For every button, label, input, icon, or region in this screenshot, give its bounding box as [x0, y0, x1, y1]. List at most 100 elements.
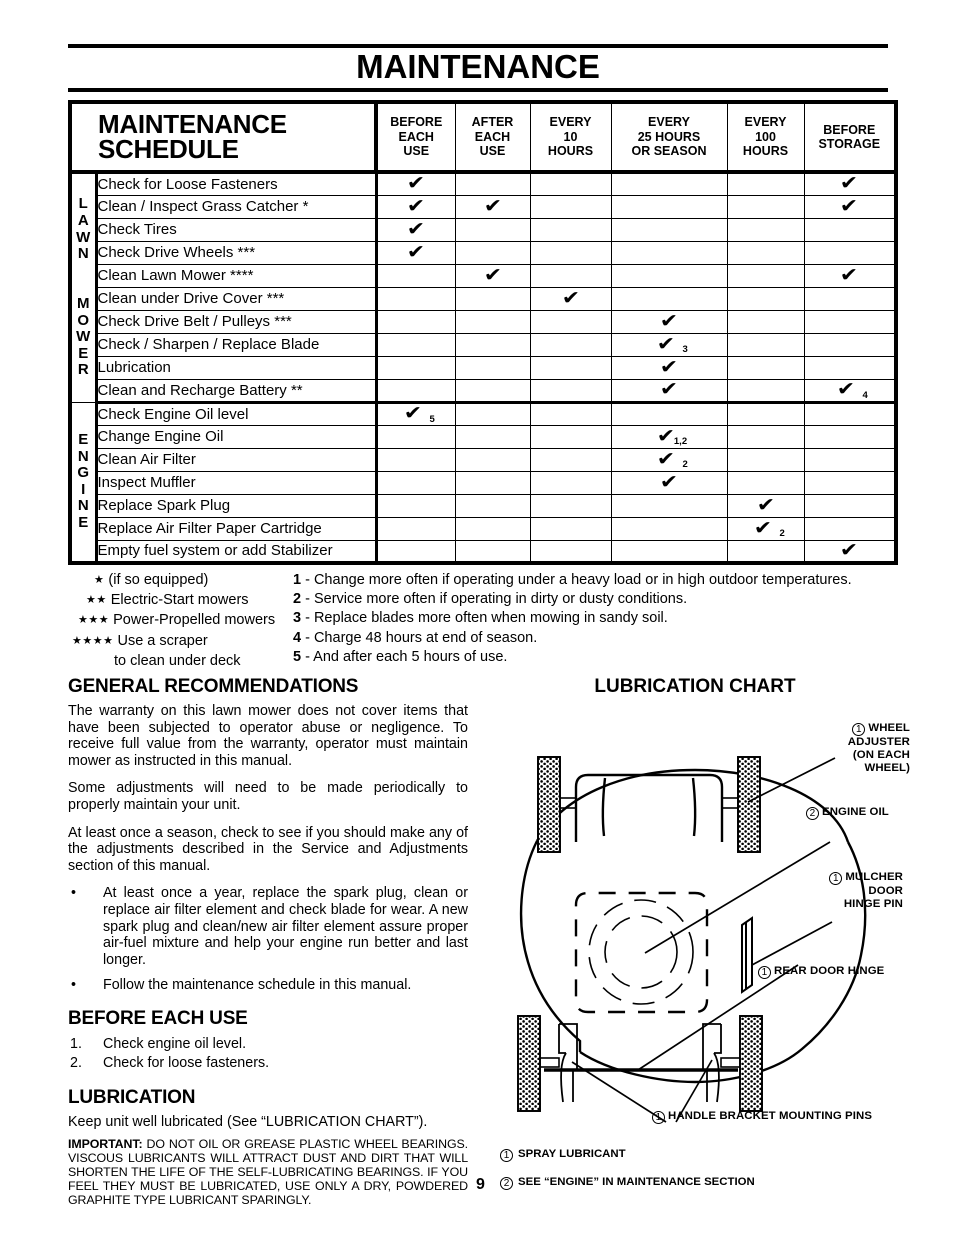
page-number: 9: [476, 1176, 485, 1193]
callout-marker-icon: 1: [652, 1111, 665, 1124]
column-header-after-each-use: AFTER EACH USE: [454, 101, 531, 174]
task-label: Replace Air Filter Paper Cartridge: [95, 516, 378, 541]
task-label: Clean Air Filter: [95, 447, 378, 472]
empty-cell: [454, 447, 531, 472]
bullet-text: Follow the maintenance schedule in this …: [103, 977, 412, 994]
general-paragraph-1: The warranty on this lawn mower does not…: [68, 703, 468, 769]
empty-cell: [610, 171, 728, 196]
lubrication-legend: 1 SPRAY LUBRICANT 2 SEE “ENGINE” IN MAINTE…: [500, 1148, 920, 1204]
task-label: Change Engine Oil: [95, 424, 378, 449]
footnote-star-row: ★★★★ Use a scraper: [72, 632, 287, 652]
checkmark-cell: ✔: [803, 171, 897, 196]
empty-cell: [726, 539, 805, 565]
star-marker-icon: ★★★: [78, 614, 110, 627]
general-paragraph-3: At least once a season, check to see if …: [68, 824, 468, 874]
table-row: Clean / Inspect Grass Catcher * ✔ ✔ ✔: [70, 194, 897, 219]
empty-cell: [529, 493, 612, 518]
list-number: 1.: [70, 1035, 82, 1052]
empty-cell: [454, 240, 531, 265]
table-row: Empty fuel system or add Stabilizer ✔: [70, 539, 897, 565]
footnote-ref: 5: [429, 413, 435, 425]
right-column: LUBRICATION CHART: [480, 676, 910, 702]
footnote-star-row-continued: to clean under deck: [114, 652, 241, 669]
lubrication-important-note: IMPORTANT: DO NOT OIL OR GREASE PLASTIC …: [68, 1137, 468, 1207]
empty-cell: [726, 286, 805, 311]
column-header-every-10-hours: EVERY 10 HOURS: [529, 101, 612, 174]
table-row: Check Tires ✔: [70, 217, 897, 242]
footnote-numbered-row: 1 - Change more often if operating under…: [293, 571, 903, 590]
empty-cell: [375, 286, 456, 311]
empty-cell: [454, 309, 531, 334]
check-icon: ✔: [756, 493, 775, 516]
empty-cell: [454, 286, 531, 311]
empty-cell: [529, 171, 612, 196]
empty-cell: [726, 309, 805, 334]
callout-mulcher-door-hinge-pin: 1 MULCHER DOOR HINGE PIN: [818, 871, 903, 911]
checkmark-cell: ✔: [610, 378, 728, 404]
footnote-number: 2: [293, 591, 302, 608]
callout-marker-icon: 1: [852, 723, 866, 736]
empty-cell: [726, 401, 805, 426]
list-text: Check engine oil level.: [103, 1035, 247, 1052]
empty-cell: [454, 401, 531, 426]
empty-cell: [610, 217, 728, 242]
empty-cell: [529, 516, 612, 541]
empty-cell: [803, 217, 897, 242]
table-row: Clean and Recharge Battery ** ✔ ✔ 4: [70, 378, 897, 404]
check-icon: ✔ 5: [403, 402, 435, 425]
callout-line: (ON EACH: [852, 749, 910, 762]
check-icon: ✔: [659, 470, 679, 493]
table-row: Replace Spark Plug ✔: [70, 493, 897, 518]
table-body: L A W N M O W E R Check for Loose Fasteners ✔ ✔ Clea…: [69, 171, 897, 565]
checkmark-cell: ✔: [726, 493, 805, 518]
empty-cell: [529, 263, 612, 288]
maintenance-schedule-table: MAINTENANCE SCHEDULE BEFORE EACH USE AFTER…: [68, 100, 898, 565]
star-marker-icon: ★★: [86, 594, 107, 607]
check-icon: ✔: [840, 194, 859, 217]
footnote-number: 1: [293, 572, 302, 588]
list-number: 2.: [70, 1054, 82, 1071]
check-icon: ✔: [659, 378, 679, 400]
check-icon: ✔: [406, 240, 426, 263]
empty-cell: [375, 470, 456, 495]
empty-cell: [375, 516, 456, 541]
checkmark-cell: ✔: [529, 286, 612, 311]
checkmark-cell: ✔: [803, 263, 897, 288]
checkmark-cell: ✔: [803, 194, 897, 219]
checkmark-cell: ✔ 2: [610, 447, 728, 472]
schedule-title-cell: MAINTENANCE SCHEDULE: [69, 101, 378, 174]
list-item: 1. Check engine oil level.: [68, 1035, 468, 1054]
check-icon: ✔: [561, 286, 580, 309]
checkmark-cell: ✔: [375, 240, 456, 265]
empty-cell: [726, 470, 805, 495]
empty-cell: [454, 424, 531, 449]
footnote-text: - Replace blades more often when mowing …: [301, 610, 668, 627]
task-label: Lubrication: [95, 355, 378, 380]
empty-cell: [610, 539, 728, 565]
page-title: MAINTENANCE: [356, 48, 600, 85]
column-header-before-each-use: BEFORE EACH USE: [375, 101, 456, 174]
empty-cell: [610, 240, 728, 265]
task-label: Check Drive Wheels ***: [95, 240, 378, 265]
footnote-text: Power-Propelled mowers: [113, 612, 276, 629]
empty-cell: [529, 539, 612, 565]
bullet-icon: •: [71, 977, 77, 994]
callout-marker-icon: 1: [829, 872, 843, 885]
callout-line: DOOR: [868, 885, 903, 897]
list-item: 2. Check for loose fasteners.: [68, 1054, 468, 1073]
empty-cell: [803, 493, 897, 518]
check-icon: ✔: [840, 263, 859, 286]
callout-engine-oil: 2 ENGINE OIL: [806, 806, 889, 820]
footnote-numbered-row: 5 - And after each 5 hours of use.: [293, 648, 903, 667]
table-row: E N G I N E Check Engine Oil level ✔ 5: [69, 401, 897, 564]
task-label: Empty fuel system or add Stabilizer: [95, 539, 378, 565]
footnote-text: Electric-Start mowers: [110, 592, 249, 609]
empty-cell: [529, 309, 612, 334]
star-marker-icon: ★★★★: [72, 634, 114, 647]
callout-handle-bracket-mounting-pins: 1 HANDLE BRACKET MOUNTING PINS: [652, 1110, 872, 1124]
empty-cell: [454, 493, 531, 518]
footnotes-numbered-legend: 1 - Change more often if operating under…: [293, 571, 903, 667]
empty-cell: [375, 355, 456, 380]
empty-cell: [726, 263, 805, 288]
lubrication-chart-title: LUBRICATION CHART: [594, 676, 796, 697]
